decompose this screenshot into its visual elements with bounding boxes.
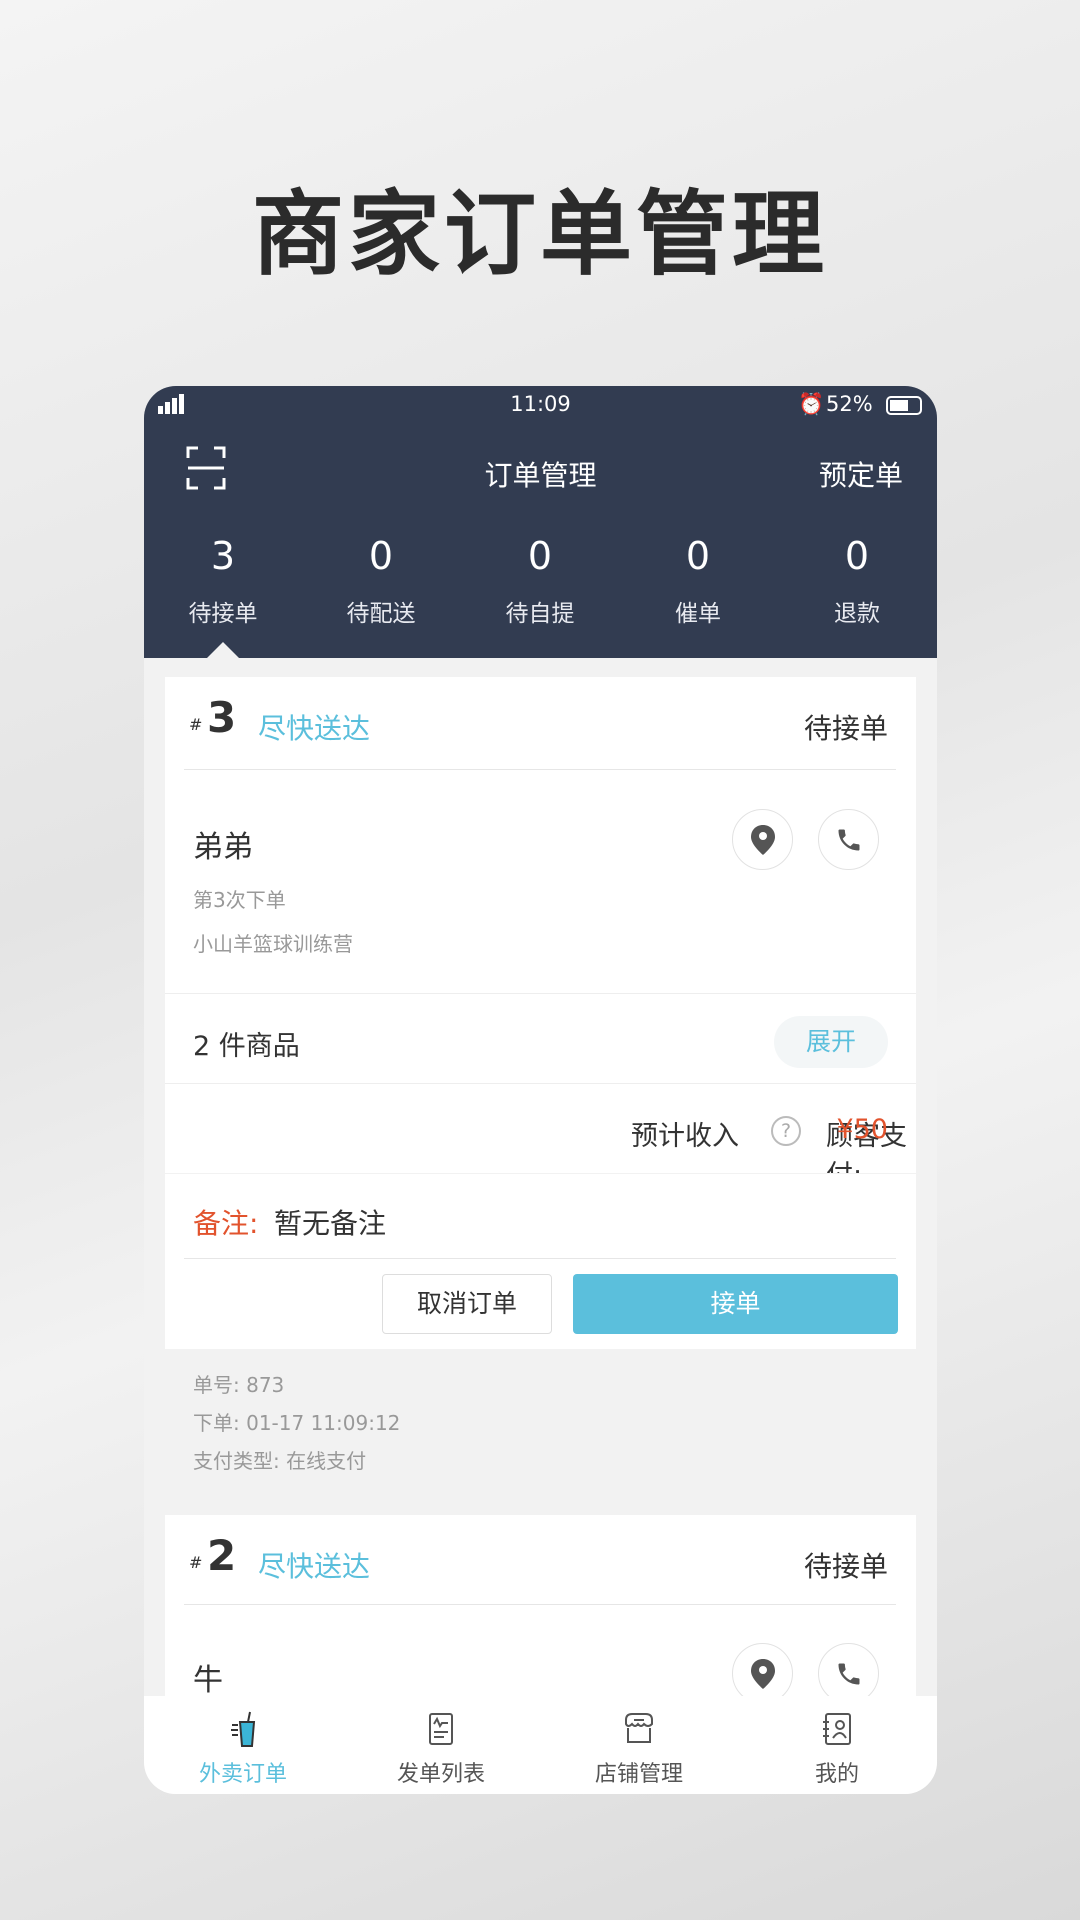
customer-name: 牛 (193, 1663, 223, 1698)
phone-call-button[interactable] (818, 809, 879, 870)
cancel-order-button[interactable]: 取消订单 (382, 1274, 552, 1334)
location-icon (750, 824, 775, 855)
counter-pending-pickup[interactable]: 0 待自提 (461, 386, 619, 658)
item-count: 2 件商品 (193, 1031, 300, 1062)
counter-pending-delivery[interactable]: 0 待配送 (302, 386, 460, 658)
tab-dispatch-list[interactable]: 发单列表 (342, 1696, 540, 1794)
customer-address: 小山羊篮球训练营 (193, 932, 353, 956)
tab-store-management[interactable]: 店铺管理 (540, 1696, 738, 1794)
order-hash: # (189, 715, 203, 734)
active-indicator (207, 642, 239, 658)
accept-order-button[interactable]: 接单 (573, 1274, 898, 1334)
items-row: 2 件商品 展开 (165, 993, 916, 1085)
order-no: 单号: 873 (193, 1373, 285, 1397)
order-number: 2 (207, 1531, 237, 1580)
location-button[interactable] (732, 1643, 793, 1704)
header: 11:09 ⏰ 52% 订单管理 预定单 3 待接单 0 待配送 0 待自提 0 催单 … (144, 386, 937, 658)
counter-reminders[interactable]: 0 催单 (619, 386, 777, 658)
phone-screen: 11:09 ⏰ 52% 订单管理 预定单 3 待接单 0 待配送 0 待自提 0 催单 … (144, 386, 937, 1794)
profile-icon (823, 1713, 851, 1745)
delivery-time: 尽快送达 (258, 712, 371, 745)
location-button[interactable] (732, 809, 793, 870)
location-icon (750, 1658, 775, 1689)
order-status: 待接单 (803, 712, 888, 745)
store-icon (625, 1713, 653, 1743)
remark-actions: 备注: 暂无备注 取消订单 接单 (165, 1173, 916, 1349)
phone-icon (838, 1663, 859, 1684)
help-icon[interactable]: ? (771, 1116, 801, 1146)
delivery-time: 尽快送达 (258, 1550, 371, 1583)
counter-pending-accept[interactable]: 3 待接单 (144, 386, 302, 658)
order-card: # 2 尽快送达 待接单 牛 (165, 1515, 916, 1715)
phone-call-button[interactable] (818, 1643, 879, 1704)
expand-button[interactable]: 展开 (774, 1016, 888, 1068)
tab-profile[interactable]: 我的 (738, 1696, 936, 1794)
takeout-icon (231, 1711, 256, 1747)
order-hash: # (189, 1553, 203, 1572)
tab-bar: 外卖订单 发单列表 店铺管理 我的 (144, 1696, 937, 1794)
remark-text: 暂无备注 (274, 1207, 387, 1240)
remark-label: 备注: (193, 1207, 259, 1240)
tab-takeout-orders[interactable]: 外卖订单 (144, 1696, 342, 1794)
customer-name: 弟弟 (193, 830, 253, 865)
paid-amount: ¥50 (836, 1114, 888, 1145)
counter-refunds[interactable]: 0 退款 (778, 386, 936, 658)
receipt-icon (429, 1713, 453, 1745)
income-label: 预计收入 (631, 1121, 739, 1152)
order-time: 下单: 01-17 11:09:12 (193, 1411, 401, 1435)
headline: 商家订单管理 (251, 181, 828, 288)
payment-row: 预计收入 ? 顾客支付: ¥50 (165, 1083, 916, 1191)
order-status: 待接单 (803, 1550, 888, 1583)
order-info: 单号: 873 下单: 01-17 11:09:12 支付类型: 在线支付 (165, 1349, 916, 1491)
order-count: 第3次下单 (193, 888, 286, 912)
order-number: 3 (207, 693, 237, 742)
phone-icon (838, 829, 859, 850)
pay-type: 支付类型: 在线支付 (193, 1449, 367, 1473)
